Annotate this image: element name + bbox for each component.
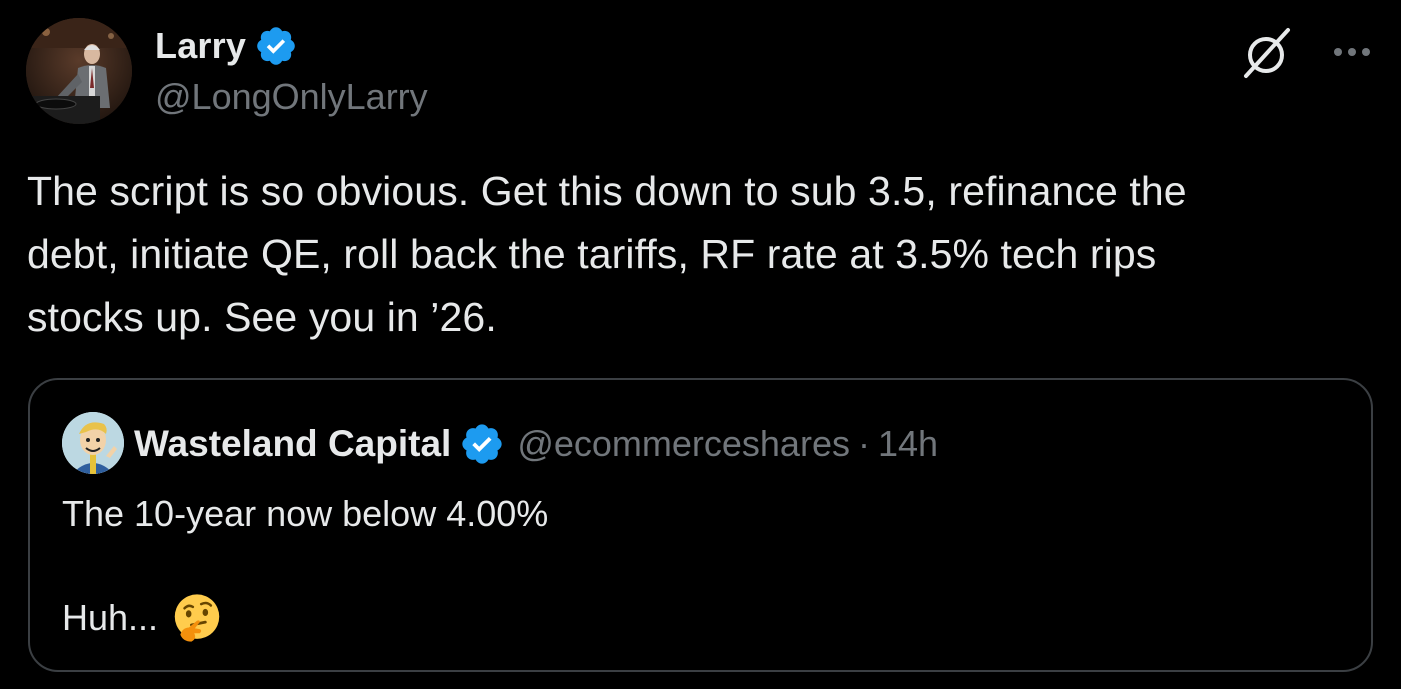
more-options-button[interactable] [1330, 32, 1374, 72]
tweet-text: The script is so obvious. Get this down … [27, 168, 1187, 340]
more-dots-icon [1334, 48, 1370, 56]
quoted-display-name[interactable]: Wasteland Capital [134, 423, 451, 465]
grok-icon [1244, 28, 1290, 78]
quoted-text-huh: Huh... [62, 597, 159, 638]
quoted-header: Wasteland Capital @ecommerceshares · 14h [134, 418, 938, 470]
author-handle[interactable]: @LongOnlyLarry [155, 76, 428, 118]
author-name-row[interactable]: Larry [155, 22, 298, 70]
verified-badge-icon [462, 424, 502, 464]
quoted-text-line-1: The 10-year now below 4.00% [62, 493, 549, 534]
verified-badge-icon [257, 27, 295, 65]
tweet[interactable]: Larry @LongOnlyLarry The script is so ob… [0, 0, 1401, 689]
author-avatar[interactable] [26, 18, 132, 124]
quoted-handle[interactable]: @ecommerceshares [517, 423, 850, 465]
grok-button[interactable] [1240, 26, 1294, 80]
thinking-face-emoji-icon [174, 594, 220, 642]
separator-dot: · [857, 423, 870, 464]
author-display-name[interactable]: Larry [155, 25, 246, 67]
quoted-tweet-card[interactable]: Wasteland Capital @ecommerceshares · 14h… [28, 378, 1373, 672]
quoted-author-avatar[interactable] [62, 412, 124, 474]
vault-boy-avatar [62, 412, 124, 474]
quoted-text-line-2: Huh... [62, 592, 222, 644]
quoted-timestamp[interactable]: 14h [878, 423, 938, 465]
avatar-photo [26, 18, 132, 124]
